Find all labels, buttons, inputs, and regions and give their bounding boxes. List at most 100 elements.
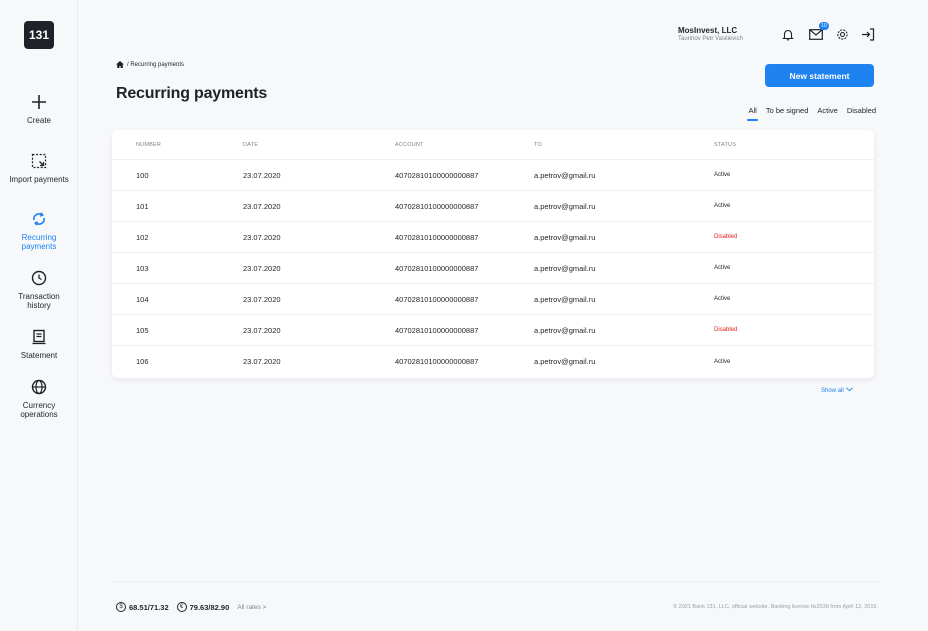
sidebar-item-label: Statement (20, 351, 58, 360)
cell-status: Disabled (714, 234, 738, 240)
cell-date: 23.07.2020 (243, 170, 281, 180)
sidebar-item-label: Currency operations (20, 401, 58, 419)
column-header-status[interactable]: Status (714, 142, 814, 148)
cell-to: a.petrov@gmail.ru (534, 170, 596, 180)
cell-account: 40702810100000000887 (395, 170, 479, 180)
cell-date: 23.07.2020 (243, 325, 281, 335)
company-name: MosInvest, LLC (678, 26, 738, 35)
chevron-down-icon (845, 387, 853, 394)
status-filter-tabs: All To be signed Active Disabled (747, 106, 876, 121)
column-header-number[interactable]: Number (136, 142, 243, 148)
globe-icon (30, 378, 48, 396)
table-row[interactable]: 106 23.07.2020 40702810100000000887 a.pe… (112, 346, 874, 377)
table-header: Number Date Account To Status (112, 130, 874, 160)
page-title: Recurring payments (116, 85, 268, 102)
cell-date: 23.07.2020 (243, 201, 281, 211)
mail-badge: 10 (819, 22, 829, 30)
cell-to: a.petrov@gmail.ru (534, 201, 596, 211)
sidebar-item-label: Create (26, 116, 51, 125)
show-all-label: Show all (821, 387, 844, 394)
cell-status: Active (714, 358, 731, 365)
dollar-icon: $ (116, 602, 126, 612)
show-all-link[interactable]: Show all (821, 387, 853, 394)
table-row[interactable]: 103 23.07.2020 40702810100000000887 a.pe… (112, 253, 874, 284)
usd-rate-value: 68.51/71.32 (129, 602, 169, 612)
sidebar-item-statement[interactable]: Statement (0, 328, 78, 360)
breadcrumb: / Recurring payments (116, 61, 184, 68)
sidebar-item-currency-operations[interactable]: Currency operations (0, 378, 78, 419)
cell-to: a.petrov@gmail.ru (534, 263, 596, 273)
gear-icon[interactable] (834, 26, 850, 42)
sidebar-item-label: Transaction history (18, 292, 60, 310)
company-selector[interactable]: MosInvest, LLC Taurinov Petr Vasilievich (678, 26, 743, 42)
currency-rates: $ 68.51/71.32 € 79.63/82.90 All rates > (116, 602, 266, 612)
table-row[interactable]: 101 23.07.2020 40702810100000000887 a.pe… (112, 191, 874, 222)
cell-number: 105 (136, 325, 149, 335)
cell-to: a.petrov@gmail.ru (534, 325, 596, 335)
sidebar-item-label: Import payments (9, 175, 69, 184)
cell-to: a.petrov@gmail.ru (534, 294, 596, 304)
cell-status: Active (714, 296, 731, 302)
payments-table: Number Date Account To Status 100 23.07.… (112, 130, 874, 378)
cell-date: 23.07.2020 (243, 232, 281, 242)
column-header-to[interactable]: To (534, 142, 714, 148)
sidebar: 131 Create Import payments Recurring pay… (0, 0, 78, 631)
table-row[interactable]: 100 23.07.2020 40702810100000000887 a.pe… (112, 160, 874, 191)
cell-to: a.petrov@gmail.ru (534, 232, 596, 242)
cell-number: 104 (136, 294, 149, 304)
tab-active[interactable]: Active (817, 106, 837, 120)
cell-date: 23.07.2020 (243, 263, 281, 273)
cell-date: 23.07.2020 (243, 357, 281, 366)
sidebar-item-import-payments[interactable]: Import payments (0, 152, 78, 184)
cell-number: 106 (136, 357, 149, 366)
cell-status: Active (714, 172, 731, 178)
table-row[interactable]: 105 23.07.2020 40702810100000000887 a.pe… (112, 315, 874, 346)
main-content: MosInvest, LLC Taurinov Petr Vasilievich… (78, 0, 928, 631)
cell-number: 102 (136, 232, 149, 242)
cell-status: Disabled (714, 327, 738, 333)
tab-to-be-signed[interactable]: To be signed (766, 106, 809, 120)
cell-to: a.petrov@gmail.ru (534, 357, 596, 366)
statement-icon (30, 328, 48, 346)
cell-date: 23.07.2020 (243, 294, 281, 304)
cell-account: 40702810100000000887 (395, 294, 479, 304)
copyright-text: © 2021 Bank 131, LLC, official website. … (673, 604, 878, 610)
mail-icon[interactable]: 10 (808, 22, 829, 42)
cell-account: 40702810100000000887 (395, 325, 479, 335)
eur-rate-value: 79.63/82.90 (189, 602, 230, 612)
new-statement-button[interactable]: New statement (765, 64, 874, 87)
import-icon (30, 152, 48, 170)
clock-icon (30, 269, 48, 287)
eur-rate: € 79.63/82.90 (176, 602, 230, 612)
bank-logo[interactable]: 131 (24, 21, 54, 49)
footer-divider (112, 581, 878, 582)
column-header-account[interactable]: Account (395, 142, 534, 148)
home-icon[interactable] (116, 61, 124, 68)
sidebar-item-recurring-payments[interactable]: Recurring payments (0, 210, 78, 251)
table-row[interactable]: 104 23.07.2020 40702810100000000887 a.pe… (112, 284, 874, 315)
cell-number: 100 (136, 170, 149, 180)
breadcrumb-current: / Recurring payments (127, 61, 185, 68)
sidebar-item-create[interactable]: Create (0, 93, 78, 125)
cell-status: Active (714, 203, 731, 209)
column-header-date[interactable]: Date (243, 142, 395, 148)
cell-number: 103 (136, 263, 149, 273)
cell-account: 40702810100000000887 (395, 357, 479, 366)
sidebar-item-label: Recurring payments (21, 233, 57, 251)
bell-icon[interactable] (780, 26, 796, 42)
tab-all[interactable]: All (747, 106, 759, 121)
logout-icon[interactable] (860, 26, 876, 42)
usd-rate: $ 68.51/71.32 (116, 602, 169, 612)
company-user: Taurinov Petr Vasilievich (678, 36, 743, 42)
cell-status: Active (714, 265, 731, 271)
recurring-icon (30, 210, 48, 228)
cell-account: 40702810100000000887 (395, 232, 479, 242)
euro-icon: € (176, 602, 187, 612)
table-row[interactable]: 102 23.07.2020 40702810100000000887 a.pe… (112, 222, 874, 253)
cell-number: 101 (136, 201, 149, 211)
tab-disabled[interactable]: Disabled (847, 106, 876, 120)
plus-icon (30, 93, 48, 111)
all-rates-link[interactable]: All rates > (237, 604, 266, 611)
cell-account: 40702810100000000887 (395, 201, 479, 211)
sidebar-item-transaction-history[interactable]: Transaction history (0, 269, 78, 310)
